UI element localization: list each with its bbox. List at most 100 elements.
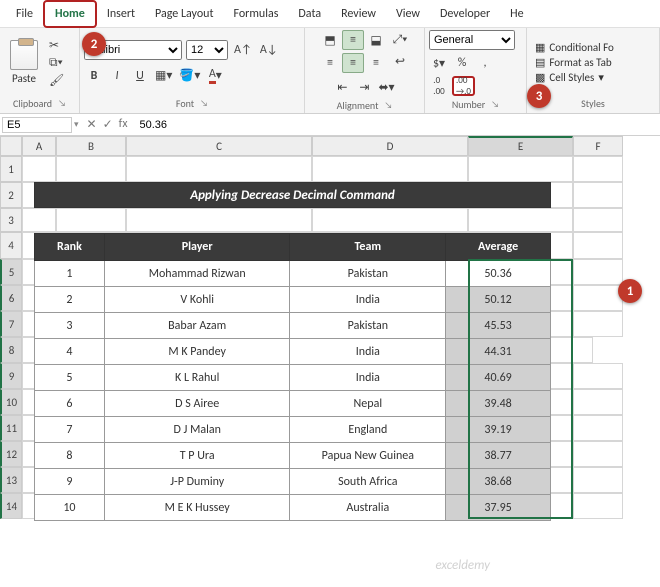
row-header-12[interactable]: 12 [0, 441, 22, 467]
increase-indent-icon[interactable]: ⇥ [354, 77, 374, 97]
cut-icon[interactable]: ✂ [46, 37, 67, 54]
table-row[interactable]: 4M K PandeyIndia44.31 [35, 339, 551, 365]
cell-average[interactable]: 39.19 [446, 417, 551, 443]
fx-icon[interactable]: fx [119, 117, 128, 132]
row-header-7[interactable]: 7 [0, 311, 22, 337]
conditional-formatting-button[interactable]: ▦Conditional Fo [535, 41, 614, 54]
row-header-6[interactable]: 6 [0, 285, 22, 311]
cell-average[interactable]: 39.48 [446, 391, 551, 417]
col-header-D[interactable]: D [312, 136, 468, 156]
row-header-4[interactable]: 4 [0, 232, 22, 259]
tab-formulas[interactable]: Formulas [223, 2, 288, 26]
cell-player[interactable]: D S Airee [104, 391, 290, 417]
enter-formula-icon[interactable]: ✓ [103, 117, 113, 132]
cell-rank[interactable]: 3 [35, 313, 105, 339]
row-header-3[interactable]: 3 [0, 208, 22, 232]
increase-decimal-icon[interactable]: .0.00 [429, 76, 449, 96]
tab-insert[interactable]: Insert [97, 2, 145, 26]
cell-team[interactable]: India [290, 287, 446, 313]
cell-player[interactable]: M K Pandey [104, 339, 290, 365]
tab-data[interactable]: Data [288, 2, 331, 26]
cell-player[interactable]: M E K Hussey [104, 495, 290, 521]
cell-player[interactable]: K L Rahul [104, 365, 290, 391]
cell-rank[interactable]: 4 [35, 339, 105, 365]
cell-team[interactable]: India [290, 339, 446, 365]
number-launcher-icon[interactable]: ↘ [491, 99, 499, 110]
tab-view[interactable]: View [386, 2, 430, 26]
cell-team[interactable]: India [290, 365, 446, 391]
borders-icon[interactable]: ▦▾ [153, 66, 174, 86]
cell-team[interactable]: Nepal [290, 391, 446, 417]
cancel-formula-icon[interactable]: ✕ [87, 117, 97, 132]
cell-player[interactable]: Babar Azam [104, 313, 290, 339]
decrease-font-icon[interactable]: A↓ [258, 40, 280, 60]
row-header-5[interactable]: 5 [0, 259, 22, 285]
cell-rank[interactable]: 9 [35, 469, 105, 495]
font-color-icon[interactable]: A▾ [205, 66, 225, 86]
tab-help[interactable]: He [500, 2, 533, 26]
row-header-9[interactable]: 9 [0, 363, 22, 389]
cell-team[interactable]: Australia [290, 495, 446, 521]
cell-average[interactable]: 50.36 [446, 261, 551, 287]
cell-average[interactable]: 38.68 [446, 469, 551, 495]
align-bottom-icon[interactable]: ⬓ [365, 30, 387, 50]
wrap-text-icon[interactable]: ↩ [390, 51, 410, 71]
align-top-icon[interactable]: ⬒ [319, 30, 341, 50]
increase-font-icon[interactable]: A↑ [232, 40, 254, 60]
col-header-C[interactable]: C [126, 136, 312, 156]
tab-home[interactable]: Home [43, 0, 97, 28]
font-size-select[interactable]: 12 [186, 40, 228, 60]
tab-review[interactable]: Review [331, 2, 386, 26]
tab-developer[interactable]: Developer [430, 2, 500, 26]
cell-rank[interactable]: 7 [35, 417, 105, 443]
row-header-14[interactable]: 14 [0, 493, 22, 519]
cell-team[interactable]: Pakistan [290, 313, 446, 339]
currency-icon[interactable]: $▾ [429, 53, 449, 73]
font-launcher-icon[interactable]: ↘ [200, 98, 208, 109]
row-header-11[interactable]: 11 [0, 415, 22, 441]
table-row[interactable]: 2V KohliIndia50.12 [35, 287, 551, 313]
align-left-icon[interactable]: ≡ [319, 53, 341, 73]
tab-page-layout[interactable]: Page Layout [145, 2, 223, 26]
row-header-10[interactable]: 10 [0, 389, 22, 415]
clipboard-launcher-icon[interactable]: ↘ [58, 98, 66, 109]
bold-button[interactable]: B [84, 66, 104, 86]
number-format-select[interactable]: General [429, 30, 515, 50]
orientation-icon[interactable]: ⤢▾ [390, 30, 410, 50]
underline-button[interactable]: U [130, 66, 150, 86]
cell-rank[interactable]: 5 [35, 365, 105, 391]
table-row[interactable]: 10M E K HusseyAustralia37.95 [35, 495, 551, 521]
table-row[interactable]: 9J-P DuminySouth Africa38.68 [35, 469, 551, 495]
copy-icon[interactable]: ⧉▾ [46, 55, 67, 71]
col-header-B[interactable]: B [56, 136, 126, 156]
cell-team[interactable]: South Africa [290, 469, 446, 495]
alignment-launcher-icon[interactable]: ↘ [384, 100, 392, 111]
row-header-1[interactable]: 1 [0, 156, 22, 182]
col-header-E[interactable]: E [468, 136, 573, 156]
cell-average[interactable]: 44.31 [446, 339, 551, 365]
paste-button[interactable]: Paste [4, 38, 44, 87]
cell-team[interactable]: Pakistan [290, 261, 446, 287]
table-row[interactable]: 5K L RahulIndia40.69 [35, 365, 551, 391]
fill-color-icon[interactable]: 🪣▾ [177, 66, 202, 86]
cell-rank[interactable]: 1 [35, 261, 105, 287]
name-box-drop-icon[interactable]: ▾ [74, 119, 79, 130]
format-as-table-button[interactable]: ▤Format as Tab [535, 56, 614, 69]
cell-styles-button[interactable]: ▩Cell Styles▾ [535, 71, 614, 84]
cell-player[interactable]: J-P Duminy [104, 469, 290, 495]
cell-player[interactable]: D J Malan [104, 417, 290, 443]
decrease-indent-icon[interactable]: ⇤ [332, 77, 352, 97]
cell-average[interactable]: 38.77 [446, 443, 551, 469]
cell-average[interactable]: 50.12 [446, 287, 551, 313]
align-middle-icon[interactable]: ≡ [342, 30, 364, 50]
row-header-2[interactable]: 2 [0, 182, 22, 208]
row-header-13[interactable]: 13 [0, 467, 22, 493]
col-header-F[interactable]: F [573, 136, 623, 156]
decrease-decimal-button[interactable]: .00→.0 [452, 76, 475, 96]
cell-rank[interactable]: 6 [35, 391, 105, 417]
cell-player[interactable]: Mohammad Rizwan [104, 261, 290, 287]
format-painter-icon[interactable]: 🖌 [46, 72, 67, 89]
name-box[interactable] [2, 117, 72, 133]
align-center-icon[interactable]: ≡ [342, 53, 364, 73]
italic-button[interactable]: I [107, 66, 127, 86]
